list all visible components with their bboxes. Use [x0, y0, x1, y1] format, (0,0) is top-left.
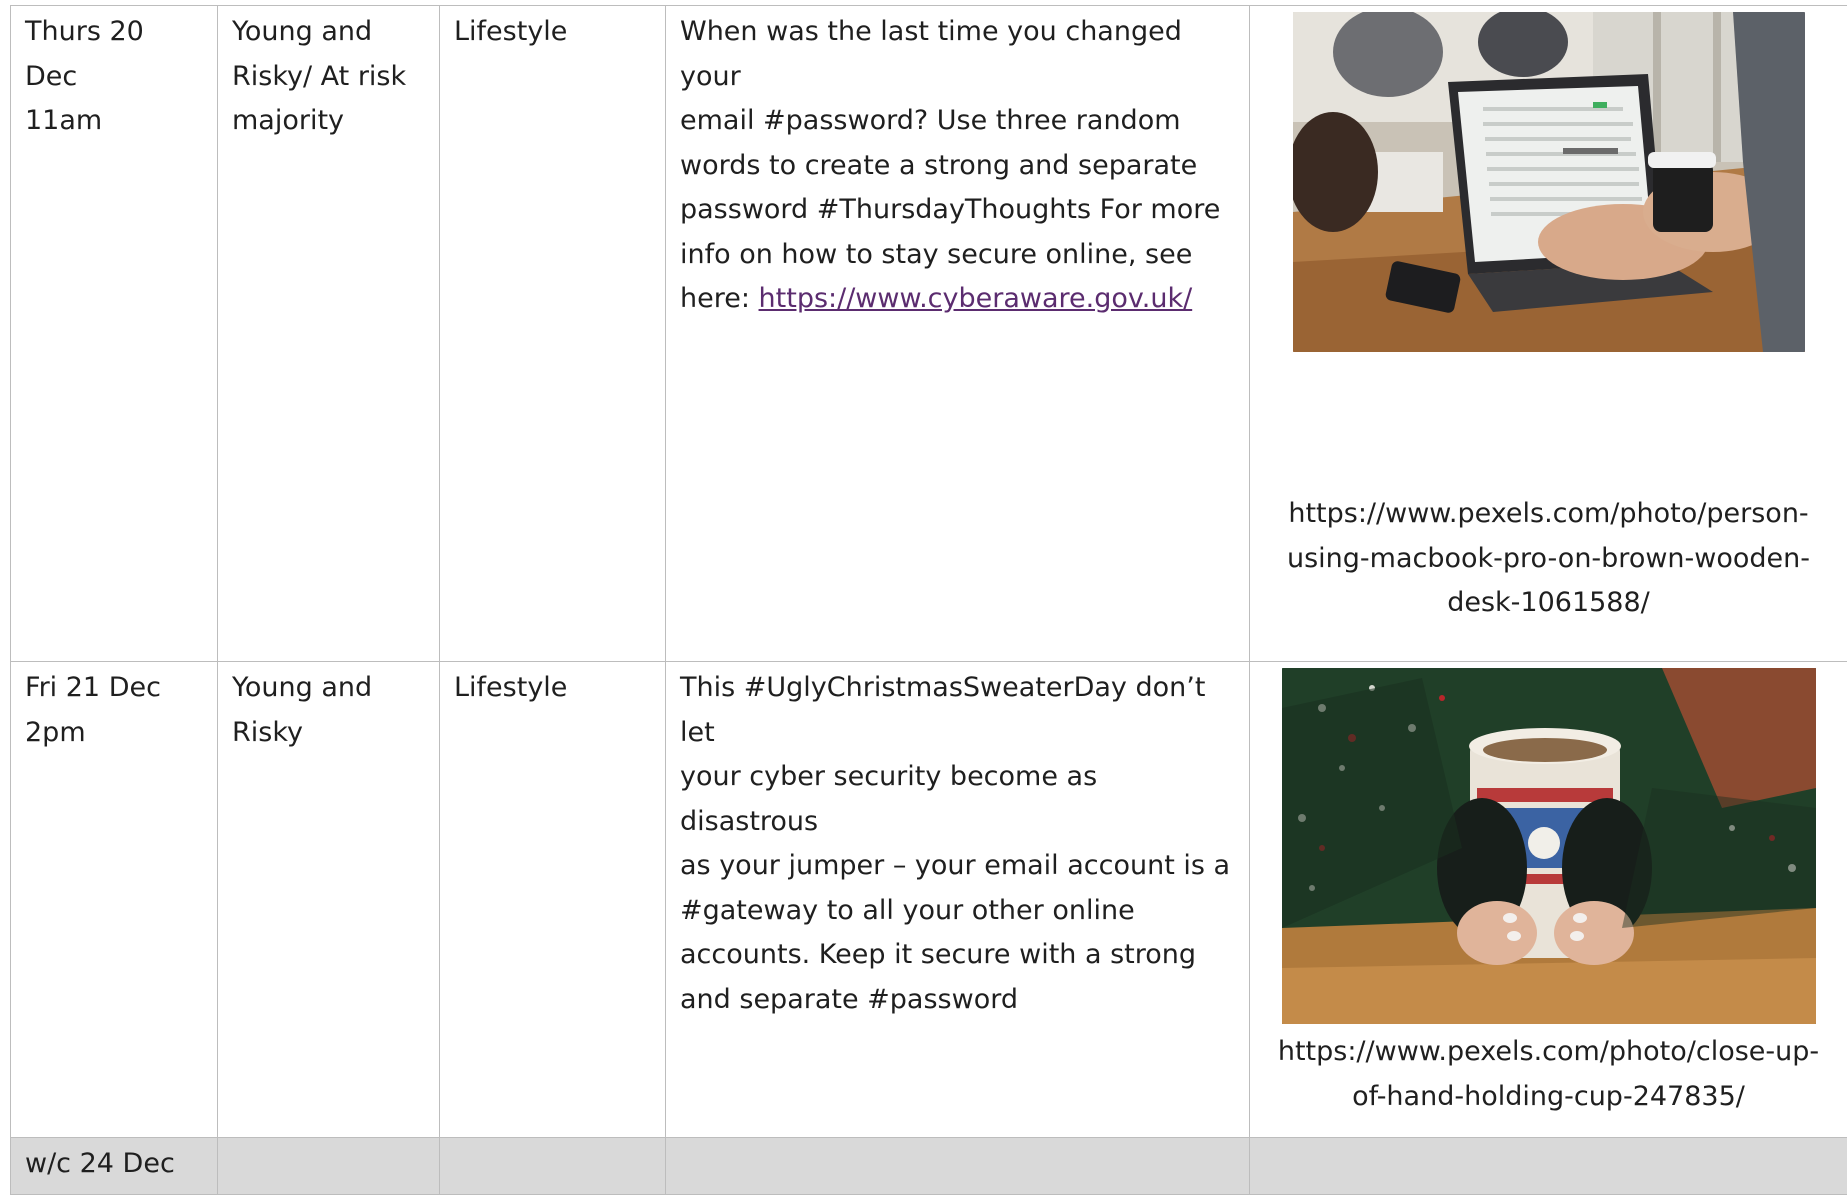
- theme-cell: Lifestyle: [439, 5, 666, 662]
- copy-line: This #UglyChristmasSweaterDay don’t let: [680, 672, 1206, 748]
- week-commencing-text: w/c 24 Dec: [25, 1148, 175, 1179]
- table-row: Thurs 20 Dec 11am Young and Risky/ At ri…: [10, 5, 1847, 662]
- copy-cell: This #UglyChristmasSweaterDay don’t let …: [665, 661, 1250, 1138]
- cyberaware-link[interactable]: https://www.cyberaware.gov.uk/: [759, 283, 1193, 314]
- table-row: Fri 21 Dec 2pm Young and Risky Lifestyle…: [10, 661, 1847, 1138]
- copy-line: When was the last time you changed your: [680, 16, 1182, 92]
- copy-line: here: https://www.cyberaware.gov.uk/: [680, 277, 1235, 322]
- copy-line: password #ThursdayThoughts For more: [680, 194, 1221, 225]
- audience-text: Risky/ At risk: [232, 60, 407, 92]
- caption-line: desk-1061588/: [1447, 587, 1650, 618]
- copy-prefix: here:: [680, 283, 759, 314]
- photo-person-typing-laptop: [1292, 12, 1805, 352]
- caption-line: https://www.pexels.com/photo/close-up-: [1277, 1036, 1820, 1067]
- content-calendar-table: Thurs 20 Dec 11am Young and Risky/ At ri…: [10, 5, 1847, 1195]
- time-text: 11am: [25, 105, 103, 136]
- week-header-row: w/c 24 Dec: [10, 1137, 1847, 1195]
- date-text: Thurs 20 Dec: [25, 16, 144, 92]
- audience-cell: Young and Risky/ At risk majority: [217, 5, 440, 662]
- audience-text: Risky: [232, 716, 303, 748]
- copy-line: your cyber security become as disastrous: [680, 761, 1098, 837]
- time-text: 2pm: [25, 716, 86, 748]
- copy-line: info on how to stay secure online, see: [680, 238, 1193, 270]
- copy-line: and separate #password: [680, 983, 1018, 1015]
- image-cell: https://www.pexels.com/photo/close-up- o…: [1249, 661, 1847, 1138]
- audience-cell: Young and Risky: [217, 661, 440, 1138]
- copy-line: email #password? Use three random: [680, 105, 1181, 136]
- theme-text: Lifestyle: [454, 16, 568, 47]
- empty-cell: [217, 1137, 440, 1195]
- copy-line: #gateway to all your other online: [680, 894, 1135, 926]
- empty-cell: [1249, 1137, 1847, 1195]
- audience-text: majority: [232, 105, 345, 136]
- empty-cell: [665, 1137, 1250, 1195]
- image-source-caption: https://www.pexels.com/photo/close-up- o…: [1250, 1030, 1847, 1119]
- theme-cell: Lifestyle: [439, 661, 666, 1138]
- date-text: Fri 21 Dec: [25, 672, 161, 703]
- image-source-caption: https://www.pexels.com/photo/person- usi…: [1250, 492, 1847, 626]
- image-cell: https://www.pexels.com/photo/person- usi…: [1249, 5, 1847, 662]
- date-cell: Fri 21 Dec 2pm: [10, 661, 218, 1138]
- copy-line: words to create a strong and separate: [680, 149, 1198, 181]
- date-cell: w/c 24 Dec: [10, 1137, 218, 1195]
- audience-text: Young and: [232, 672, 373, 703]
- copy-line: accounts. Keep it secure with a strong: [680, 939, 1197, 970]
- empty-cell: [439, 1137, 666, 1195]
- theme-text: Lifestyle: [454, 672, 568, 703]
- copy-line: as your jumper – your email account is a: [680, 850, 1231, 881]
- photo-hands-holding-cup: [1281, 668, 1816, 1024]
- date-cell: Thurs 20 Dec 11am: [10, 5, 218, 662]
- caption-line: https://www.pexels.com/photo/person-: [1288, 498, 1809, 529]
- copy-cell: When was the last time you changed your …: [665, 5, 1250, 662]
- caption-line: of-hand-holding-cup-247835/: [1352, 1080, 1745, 1112]
- caption-line: using-macbook-pro-on-brown-wooden-: [1286, 542, 1811, 574]
- audience-text: Young and: [232, 16, 373, 47]
